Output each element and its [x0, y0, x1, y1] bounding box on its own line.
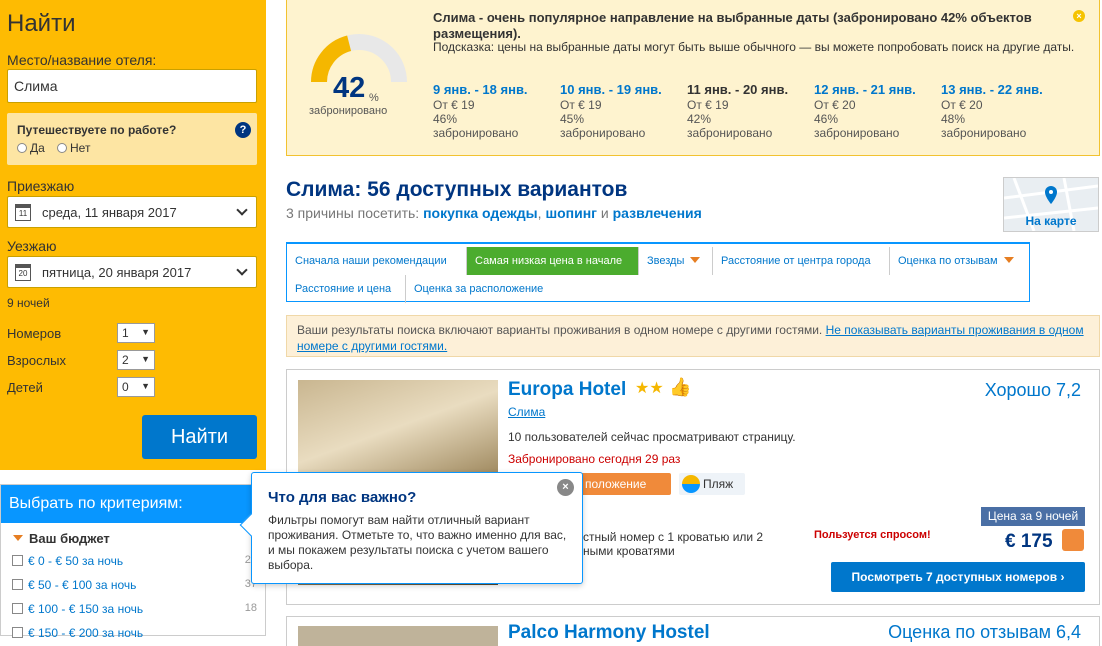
- budget-option[interactable]: € 50 - € 100 за ночь 37: [12, 578, 257, 592]
- rooms-select[interactable]: 1 ▼: [117, 323, 155, 343]
- hotel-name-link[interactable]: Palco Harmony Hostel: [508, 622, 710, 644]
- checkout-label: Уезжаю: [7, 238, 57, 254]
- dropdown-arrow-icon: ▼: [141, 381, 150, 391]
- popularity-notice: 42 % забронировано Слима - очень популяр…: [286, 0, 1100, 156]
- review-score[interactable]: Оценка по отзывам 6,4: [888, 622, 1081, 643]
- business-trip-yes-radio[interactable]: Да: [17, 141, 45, 155]
- filter-header: Выбрать по критериям:: [1, 485, 265, 523]
- tab-distance[interactable]: Расстояние от центра города: [713, 247, 890, 275]
- reason-link[interactable]: развлечения: [613, 205, 702, 221]
- checkbox-icon: [12, 555, 23, 566]
- checkbox-icon: [12, 603, 23, 614]
- checkin-date-select[interactable]: 11 среда, 11 января 2017: [7, 196, 257, 228]
- beach-badge: Пляж: [679, 473, 745, 495]
- deal-icon: [1062, 529, 1084, 551]
- rooms-label: Номеров: [7, 326, 62, 341]
- caret-down-icon: [13, 535, 23, 541]
- radio-circle-icon: [57, 143, 67, 153]
- location-badge: положение: [579, 473, 671, 495]
- percent-sign: %: [369, 92, 379, 104]
- hotel-city-link[interactable]: Слима: [508, 405, 545, 419]
- star-rating: ★★: [635, 380, 664, 397]
- view-rooms-button[interactable]: Посмотреть 7 доступных номеров ›: [831, 562, 1085, 592]
- nights-count: 9 ночей: [7, 296, 50, 310]
- close-icon[interactable]: ×: [1073, 10, 1085, 22]
- current-dates-option: 11 янв. - 20 янв. От € 19 42% забронировано: [687, 82, 789, 141]
- alt-dates-option[interactable]: 9 янв. - 18 янв. От € 19 46% забронировано: [433, 83, 553, 141]
- filter-tip-popup: Что для вас важно? Фильтры помогут вам н…: [239, 472, 583, 584]
- destination-input[interactable]: Слима: [7, 69, 257, 103]
- checkin-label: Приезжаю: [7, 178, 75, 194]
- reason-link[interactable]: шопинг: [545, 205, 597, 221]
- hotel-price: € 175: [1005, 531, 1053, 552]
- checkbox-icon: [12, 579, 23, 590]
- booked-today-text: Забронировано сегодня 29 раз: [508, 452, 681, 466]
- search-button[interactable]: Найти: [142, 415, 257, 459]
- results-title: Слима: 56 доступных вариантов: [286, 178, 628, 201]
- caret-down-icon: [690, 257, 701, 263]
- beach-icon: [682, 475, 700, 493]
- help-icon[interactable]: ?: [235, 122, 251, 138]
- caret-down-icon: [1003, 257, 1014, 263]
- tab-recommended[interactable]: Сначала наши рекомендации: [287, 247, 467, 275]
- tab-location-score[interactable]: Оценка за расположение: [406, 275, 562, 303]
- radio-circle-icon: [17, 143, 27, 153]
- destination-label: Место/название отеля:: [7, 52, 157, 68]
- business-trip-no-radio[interactable]: Нет: [57, 141, 90, 155]
- children-select[interactable]: 0 ▼: [117, 377, 155, 397]
- viewers-text: 10 пользователей сейчас просматривают ст…: [508, 430, 796, 444]
- checkin-date-value: среда, 11 января 2017: [42, 205, 177, 220]
- budget-option[interactable]: € 0 - € 50 за ночь20: [12, 554, 257, 568]
- booked-percent: 42: [333, 72, 366, 104]
- hotel-photo[interactable]: [298, 626, 498, 646]
- room-description: стный номер с 1 кроватью или 2 ными кров…: [583, 530, 764, 558]
- chevron-down-icon: [236, 264, 248, 276]
- notice-tip: Подсказка: цены на выбранные даты могут …: [433, 40, 1075, 54]
- thumbs-up-icon: 👍: [669, 377, 692, 397]
- checkout-date-select[interactable]: 20 пятница, 20 января 2017: [7, 256, 257, 288]
- adults-select[interactable]: 2 ▼: [117, 350, 155, 370]
- children-label: Детей: [7, 380, 43, 395]
- map-label: На карте: [1025, 214, 1077, 228]
- visit-reasons: 3 причины посетить: покупка одежды, шопи…: [286, 205, 702, 221]
- chevron-down-icon: [236, 204, 248, 216]
- alt-dates-option[interactable]: 10 янв. - 19 янв. От € 19 45% забронировано: [560, 83, 680, 141]
- hotel-name-link[interactable]: Europa Hotel: [508, 379, 626, 401]
- calendar-icon: 11: [15, 204, 31, 221]
- checkout-date-value: пятница, 20 января 2017: [42, 265, 192, 280]
- reason-link[interactable]: покупка одежды: [423, 205, 538, 221]
- budget-section-toggle[interactable]: Ваш бюджет: [13, 531, 110, 546]
- budget-option[interactable]: € 100 - € 150 за ночь 18: [12, 602, 257, 616]
- notice-title: Слима - очень популярное направление на …: [433, 10, 1032, 41]
- tab-lowest-price[interactable]: Самая низкая цена в начале: [467, 247, 639, 275]
- alt-dates-option[interactable]: 12 янв. - 21 янв. От € 20 46% забронировано: [814, 83, 934, 141]
- budget-option[interactable]: € 150 - € 200 за ночь: [12, 626, 257, 640]
- search-sidebar: Найти Место/название отеля: Слима Путеше…: [0, 0, 266, 470]
- calendar-icon: 20: [15, 264, 31, 281]
- alt-dates-option[interactable]: 13 янв. - 22 янв. От € 20 48% забронировано: [941, 83, 1061, 141]
- business-trip-question: Путешествуете по работе?: [17, 123, 177, 137]
- tab-distance-price[interactable]: Расстояние и цена: [287, 275, 406, 303]
- shared-room-notice: Ваши результаты поиска включают варианты…: [286, 315, 1100, 357]
- tab-review-score[interactable]: Оценка по отзывам: [890, 247, 1031, 275]
- hotel-card: Palco Harmony Hostel Оценка по отзывам 6…: [286, 616, 1100, 646]
- popup-title: Что для вас важно?: [268, 489, 417, 506]
- tab-stars[interactable]: Звезды: [639, 247, 713, 275]
- close-icon[interactable]: ×: [557, 479, 574, 496]
- checkbox-icon: [12, 627, 23, 638]
- map-pin-icon: [1045, 186, 1057, 204]
- dropdown-arrow-icon: ▼: [141, 327, 150, 337]
- review-score[interactable]: Хорошо 7,2: [985, 380, 1081, 401]
- search-title: Найти: [7, 10, 76, 37]
- filter-panel: Выбрать по критериям: Ваш бюджет € 0 - €…: [0, 484, 266, 640]
- booked-label: забронировано: [309, 105, 388, 117]
- business-trip-box: Путешествуете по работе? ? Да Нет: [7, 113, 257, 165]
- popup-text: Фильтры помогут вам найти отличный вариа…: [268, 513, 567, 572]
- adults-label: Взрослых: [7, 353, 67, 368]
- dropdown-arrow-icon: ▼: [141, 354, 150, 364]
- in-demand-label: Пользуется спросом!: [814, 529, 931, 541]
- map-button[interactable]: На карте: [1003, 177, 1099, 232]
- price-period-label: Цена за 9 ночей: [981, 507, 1085, 526]
- sort-tabs: Сначала наши рекомендации Самая низкая ц…: [286, 242, 1031, 303]
